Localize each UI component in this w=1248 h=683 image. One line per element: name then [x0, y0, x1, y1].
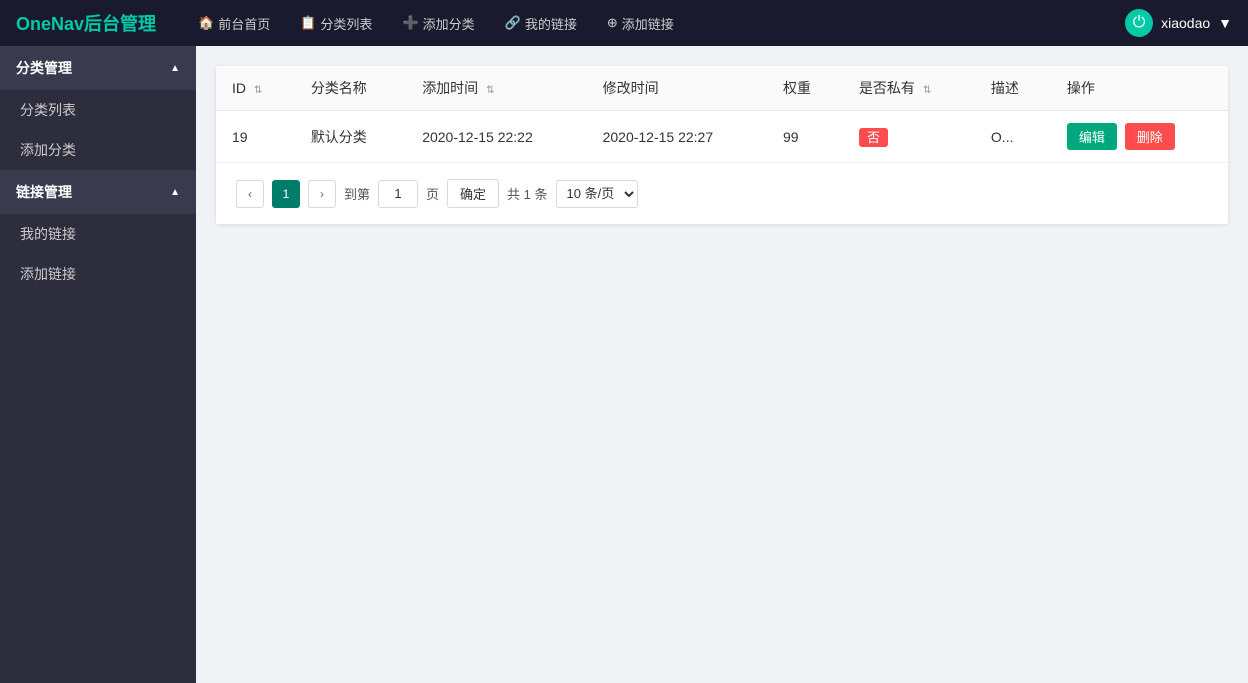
table-container: ID ⇅ 分类名称 添加时间 ⇅ 修改时间 [216, 66, 1228, 224]
user-dropdown-icon: ▼ [1218, 15, 1232, 31]
topnav-links: 🏠 前台首页 📋 分类列表 ➕ 添加分类 🔗 我的链接 ⊕ 添加链接 [186, 8, 1125, 39]
topnav: OneNav后台管理 🏠 前台首页 📋 分类列表 ➕ 添加分类 🔗 我的链接 ⊕… [0, 0, 1248, 46]
id-sort-icon: ⇅ [254, 85, 262, 96]
delete-button[interactable]: 删除 [1125, 123, 1175, 150]
goto-label: 到第 [344, 184, 370, 203]
my-links-label: 我的链接 [525, 14, 577, 33]
link-section-arrow: ▲ [170, 187, 180, 198]
edit-button[interactable]: 编辑 [1067, 123, 1117, 150]
category-list-icon: 📋 [300, 15, 316, 31]
col-description: 描述 [975, 66, 1051, 111]
category-management-section[interactable]: 分类管理 ▲ [0, 46, 196, 90]
my-links-icon: 🔗 [505, 15, 521, 31]
col-modify-time: 修改时间 [587, 66, 767, 111]
data-table: ID ⇅ 分类名称 添加时间 ⇅ 修改时间 [216, 66, 1228, 162]
sidebar-add-category[interactable]: 添加分类 [0, 130, 196, 170]
sidebar-category-list[interactable]: 分类列表 [0, 90, 196, 130]
power-icon: ⏻ [1125, 9, 1153, 37]
layout: 分类管理 ▲ 分类列表 添加分类 链接管理 ▲ 我的链接 添加链接 [0, 46, 1248, 683]
prev-page-button[interactable]: ‹ [236, 180, 264, 208]
sidebar-my-links[interactable]: 我的链接 [0, 214, 196, 254]
add-category-label: 添加分类 [423, 14, 475, 33]
sidebar-add-link[interactable]: 添加链接 [0, 254, 196, 294]
link-management-label: 链接管理 [16, 182, 72, 202]
total-label: 共 1 条 [507, 184, 547, 203]
home-icon: 🏠 [198, 15, 214, 31]
col-weight: 权重 [767, 66, 843, 111]
pagination: ‹ 1 › 到第 页 确定 共 1 条 10 条/页 20 条/页 50 条/页 [216, 162, 1228, 224]
cell-description: O... [975, 111, 1051, 163]
private-badge: 否 [859, 128, 888, 147]
next-page-button[interactable]: › [308, 180, 336, 208]
cell-id: 19 [216, 111, 295, 163]
col-actions: 操作 [1051, 66, 1228, 111]
sidebar: 分类管理 ▲ 分类列表 添加分类 链接管理 ▲ 我的链接 添加链接 [0, 46, 196, 683]
brand-logo: OneNav后台管理 [16, 10, 156, 36]
add-category-link[interactable]: ➕ 添加分类 [390, 8, 486, 39]
col-name: 分类名称 [295, 66, 406, 111]
page-unit-label: 页 [426, 184, 439, 203]
category-management-items: 分类列表 添加分类 [0, 90, 196, 170]
add-category-icon: ➕ [402, 15, 418, 31]
col-id[interactable]: ID ⇅ [216, 66, 295, 111]
col-is-private[interactable]: 是否私有 ⇅ [843, 66, 975, 111]
goto-confirm-button[interactable]: 确定 [447, 179, 499, 208]
cell-weight: 99 [767, 111, 843, 163]
table-body: 19 默认分类 2020-12-15 22:22 2020-12-15 22:2… [216, 111, 1228, 163]
home-link-label: 前台首页 [218, 14, 270, 33]
link-management-items: 我的链接 添加链接 [0, 214, 196, 294]
cell-add-time: 2020-12-15 22:22 [406, 111, 586, 163]
home-link[interactable]: 🏠 前台首页 [186, 8, 282, 39]
main-content: ID ⇅ 分类名称 添加时间 ⇅ 修改时间 [196, 46, 1248, 683]
add-time-sort-icon: ⇅ [486, 85, 494, 96]
page-size-select[interactable]: 10 条/页 20 条/页 50 条/页 [556, 180, 638, 208]
category-list-label: 分类列表 [320, 14, 372, 33]
add-link-label: 添加链接 [622, 14, 674, 33]
user-menu[interactable]: ⏻ xiaodao ▼ [1125, 9, 1232, 37]
cell-is-private: 否 [843, 111, 975, 163]
category-list-link[interactable]: 📋 分类列表 [288, 8, 384, 39]
cell-modify-time: 2020-12-15 22:27 [587, 111, 767, 163]
current-page-button[interactable]: 1 [272, 180, 300, 208]
col-add-time[interactable]: 添加时间 ⇅ [406, 66, 586, 111]
add-link-link[interactable]: ⊕ 添加链接 [595, 8, 686, 39]
goto-page-input[interactable] [378, 180, 418, 208]
link-management-section[interactable]: 链接管理 ▲ [0, 170, 196, 214]
username-label: xiaodao [1161, 15, 1210, 31]
add-link-icon: ⊕ [607, 15, 618, 31]
table-row: 19 默认分类 2020-12-15 22:22 2020-12-15 22:2… [216, 111, 1228, 163]
is-private-sort-icon: ⇅ [923, 85, 931, 96]
category-management-label: 分类管理 [16, 58, 72, 78]
table-header-row: ID ⇅ 分类名称 添加时间 ⇅ 修改时间 [216, 66, 1228, 111]
my-links-link[interactable]: 🔗 我的链接 [493, 8, 589, 39]
cell-actions: 编辑 删除 [1051, 111, 1228, 163]
category-section-arrow: ▲ [170, 63, 180, 74]
cell-name: 默认分类 [295, 111, 406, 163]
